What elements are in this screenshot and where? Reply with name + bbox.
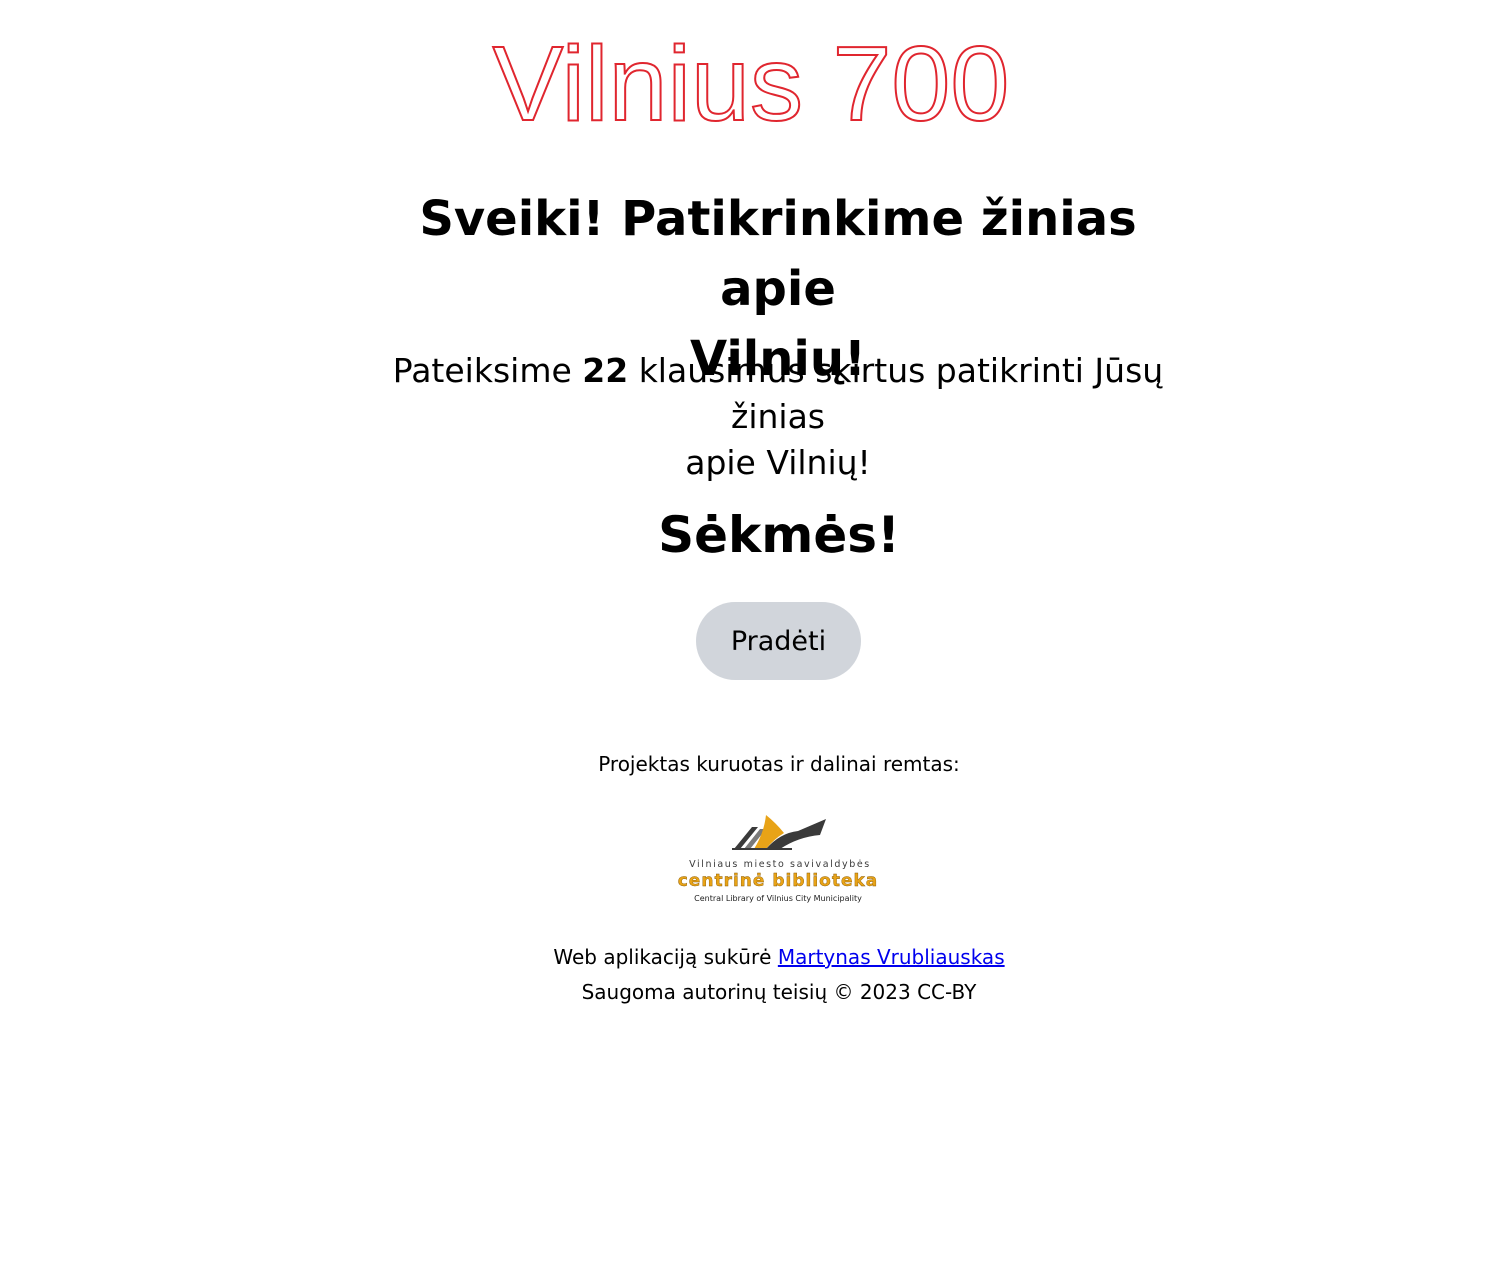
start-button[interactable]: Pradėti <box>696 602 861 680</box>
library-logo-graphic: Vilniaus miesto savivaldybės centrinė bi… <box>678 815 879 903</box>
footer-credits: Web aplikaciją sukūrė Martynas Vrubliaus… <box>0 940 1501 1010</box>
library-logo[interactable]: Vilniaus miesto savivaldybės centrinė bi… <box>668 803 888 907</box>
intro-prefix: Pateiksime <box>392 351 583 390</box>
question-count: 22 <box>582 351 629 390</box>
page: Vilnius 700 Sveiki! Patikrinkime žinias … <box>0 0 1501 1266</box>
book-icon <box>732 815 826 850</box>
good-luck-heading: Sėkmės! <box>658 506 900 564</box>
author-link[interactable]: Martynas Vrubliauskas <box>778 945 1005 969</box>
intro-suffix: klausimus skirtus patikrinti Jūsų žinias <box>628 351 1164 436</box>
made-by-prefix: Web aplikaciją sukūrė <box>553 945 778 969</box>
quiz-intro: Pateiksime 22 klausimus skirtus patikrin… <box>355 348 1201 486</box>
logo-main-text: centrinė biblioteka <box>678 871 879 891</box>
intro-line2: apie Vilnių! <box>685 443 871 482</box>
made-by-line: Web aplikaciją sukūrė Martynas Vrubliaus… <box>0 940 1501 975</box>
logo-top-text: Vilniaus miesto savivaldybės <box>689 859 871 870</box>
copyright-text: Saugoma autorinų teisių © 2023 CC-BY <box>581 980 977 1004</box>
vilnius-700-logo: Vilnius 700 <box>491 24 1010 140</box>
sponsor-label: Projektas kuruotas ir dalinai remtas: <box>598 752 960 776</box>
site-logo: Vilnius 700 <box>0 20 1501 140</box>
logo-text: Vilnius 700 <box>492 25 1009 140</box>
welcome-heading-line1: Sveiki! Patikrinkime žinias apie <box>419 191 1137 317</box>
logo-sub-text: Central Library of Vilnius City Municipa… <box>694 894 862 903</box>
